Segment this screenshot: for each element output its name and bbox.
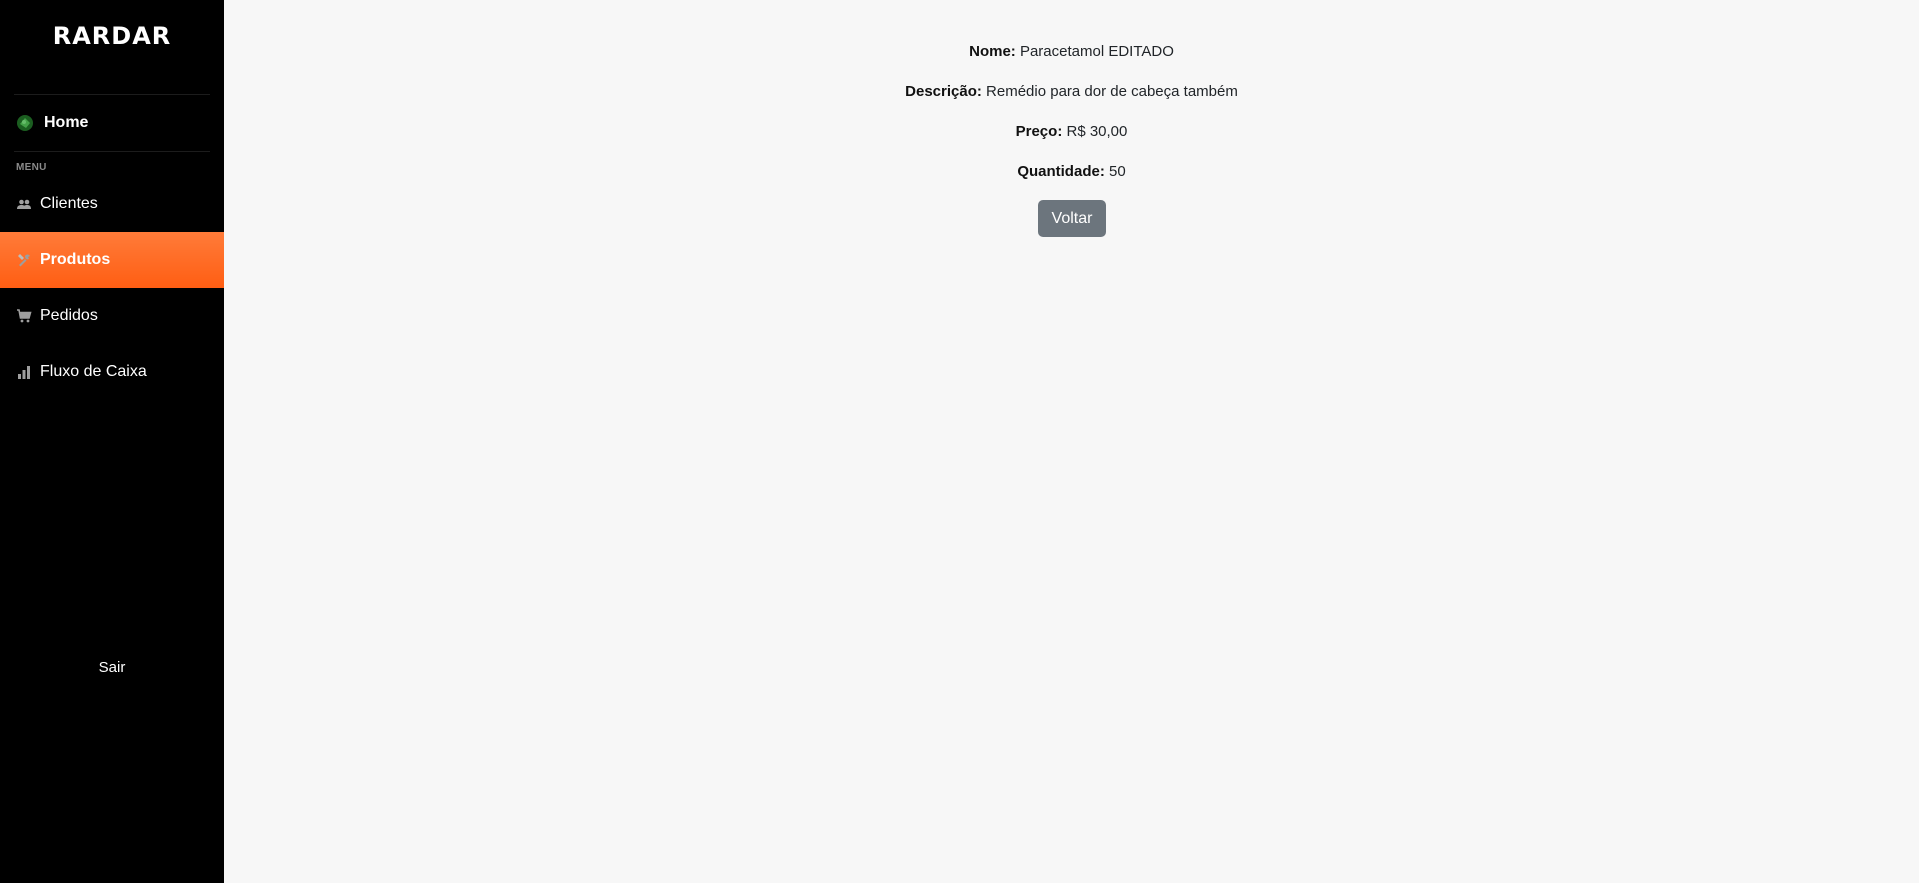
sidebar-item-label: Fluxo de Caixa	[40, 363, 147, 380]
sidebar-divider	[14, 94, 210, 95]
cart-icon	[16, 308, 32, 324]
users-icon	[16, 196, 32, 212]
product-description-value: Remédio para dor de cabeça também	[986, 83, 1238, 100]
sidebar-divider	[14, 151, 210, 152]
product-price-row: Preço: R$ 30,00	[224, 123, 1919, 140]
product-description-label: Descrição:	[905, 83, 982, 100]
sidebar-item-label: Pedidos	[40, 307, 98, 324]
product-name-value: Paracetamol EDITADO	[1019, 43, 1174, 60]
product-quantity-row: Quantidade: 50	[224, 163, 1919, 180]
sidebar-item-clientes[interactable]: Clientes	[0, 176, 224, 232]
logo-text: RARDAR	[52, 22, 172, 50]
product-quantity-value: 50	[1109, 163, 1126, 180]
product-name-row: Nome: Paracetamol EDITADO	[224, 43, 1919, 60]
tools-icon	[16, 252, 32, 268]
sidebar-item-pedidos[interactable]: Pedidos	[0, 288, 224, 344]
product-quantity-label: Quantidade:	[1017, 163, 1105, 180]
logout-link[interactable]: Sair	[0, 659, 224, 676]
product-price-label: Preço:	[1015, 123, 1063, 140]
sidebar-item-home-label: Home	[44, 114, 89, 131]
sidebar-item-home[interactable]: Home	[0, 107, 224, 139]
home-icon	[16, 114, 34, 132]
product-name-label: Nome:	[969, 43, 1016, 60]
sidebar-item-label: Clientes	[40, 195, 98, 212]
main-content: Nome: Paracetamol EDITADO Descrição: Rem…	[224, 0, 1919, 883]
bar-chart-icon	[16, 364, 32, 380]
sidebar: RARDAR Home MENU Clientes Produtos Pedid…	[0, 0, 224, 883]
product-price-value: R$ 30,00	[1066, 123, 1128, 140]
sidebar-item-produtos[interactable]: Produtos	[0, 232, 224, 288]
sidebar-item-fluxo-de-caixa[interactable]: Fluxo de Caixa	[0, 344, 224, 400]
menu-heading: MENU	[16, 162, 47, 173]
logo[interactable]: RARDAR	[0, 22, 224, 50]
back-button[interactable]: Voltar	[1038, 200, 1106, 237]
sidebar-item-label: Produtos	[40, 251, 111, 268]
product-description-row: Descrição: Remédio para dor de cabeça ta…	[224, 83, 1919, 100]
